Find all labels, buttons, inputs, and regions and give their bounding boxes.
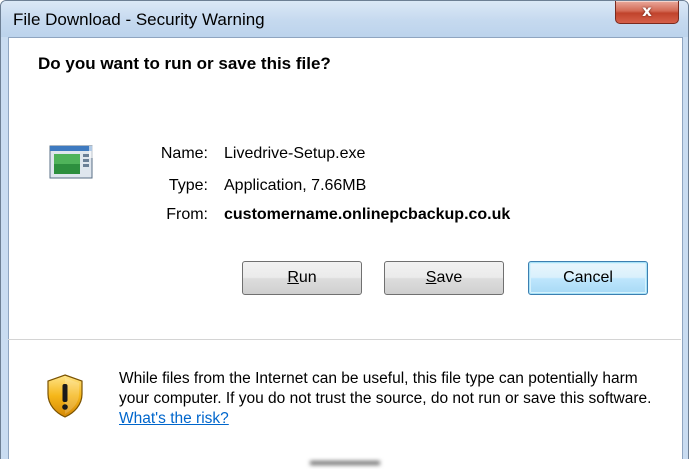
run-label: un [298, 269, 317, 286]
save-mnemonic: S [425, 269, 437, 286]
dialog-question: Do you want to run or save this file? [38, 54, 331, 73]
run-button[interactable]: Run [242, 261, 362, 295]
taskbar-edge [0, 459, 689, 469]
whats-the-risk-link[interactable]: What's the risk? [119, 410, 229, 427]
type-value: Application, 7.66MB [224, 177, 367, 194]
title-bar[interactable]: File Download - Security Warning x [1, 1, 688, 37]
from-value: customername.onlinepcbackup.co.uk [224, 206, 511, 223]
shield-warning-icon [47, 374, 83, 418]
close-button[interactable]: x [615, 1, 679, 24]
name-label: Name: [160, 145, 208, 162]
close-icon: x [642, 2, 652, 20]
taskbar-shadow [310, 461, 380, 465]
cancel-button[interactable]: Cancel [528, 261, 648, 295]
from-label: From: [166, 206, 208, 223]
name-value: Livedrive-Setup.exe [224, 145, 366, 162]
type-label: Type: [168, 177, 208, 194]
save-button[interactable]: Save [384, 261, 504, 295]
window-title: File Download - Security Warning [13, 10, 265, 29]
warning-message: While files from the Internet can be use… [119, 369, 669, 429]
save-label: ave [436, 269, 463, 286]
divider [8, 339, 681, 340]
warning-text: While files from the Internet can be use… [119, 370, 652, 407]
run-mnemonic: R [287, 269, 299, 286]
